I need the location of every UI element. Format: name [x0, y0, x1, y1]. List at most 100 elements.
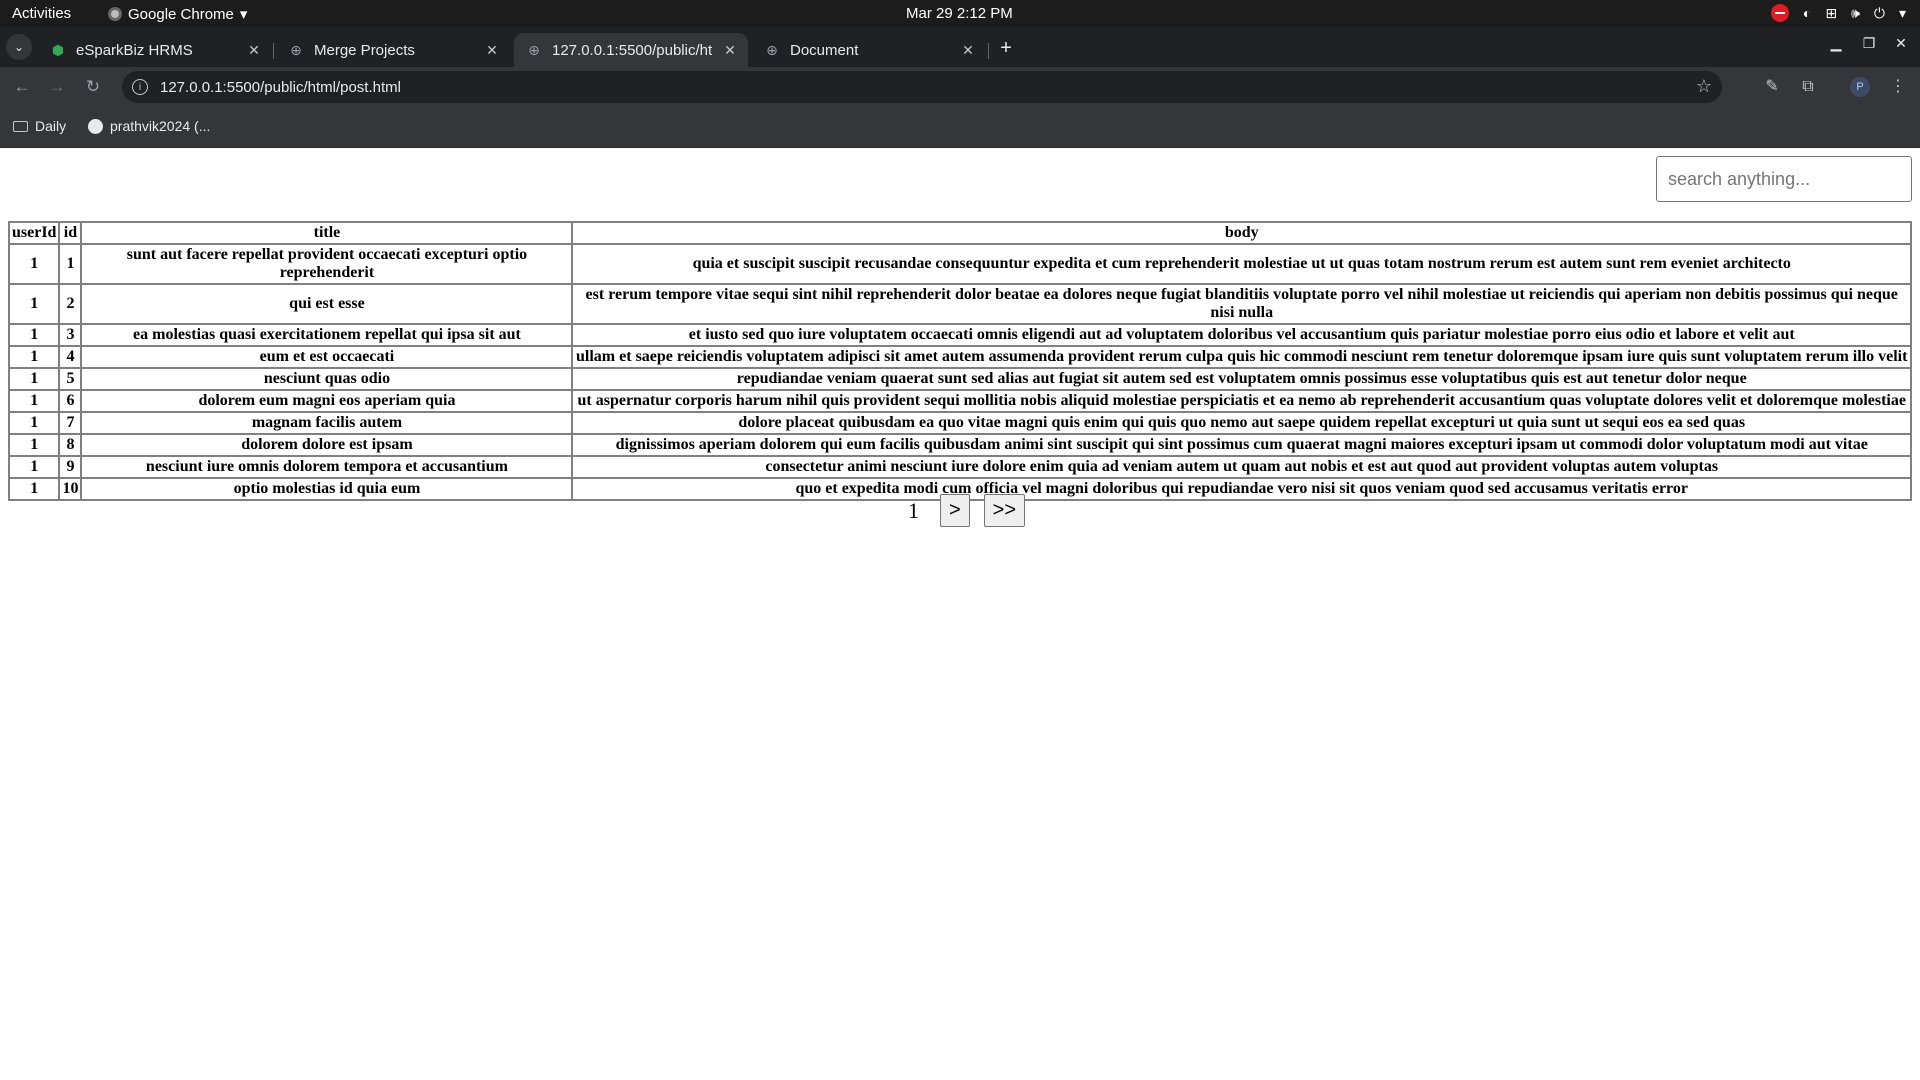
chevron-down-icon: ⌄ [13, 40, 25, 54]
tab-post-html-active[interactable]: ⊕ 127.0.0.1:5500/public/ht ✕ [514, 33, 748, 67]
system-tray[interactable]: ◐ ⊞ 🕪 ⏻ ▾ [1770, 4, 1906, 22]
minimize-icon[interactable]: ▁ [1825, 35, 1847, 52]
last-page-button[interactable]: >> [983, 494, 1026, 527]
restore-icon[interactable]: ❐ [1858, 35, 1880, 52]
tab-title: Merge Projects [314, 41, 415, 59]
clock[interactable]: Mar 29 2:12 PM [906, 5, 1013, 22]
forward-arrow-icon[interactable]: → [45, 75, 69, 99]
cell-userid: 1 [9, 456, 60, 478]
site-info-icon[interactable]: i [132, 79, 148, 95]
cell-userid: 1 [9, 368, 60, 390]
close-window-icon[interactable]: ✕ [1890, 35, 1912, 52]
bookmark-daily[interactable]: Daily [13, 118, 66, 134]
chevron-down-icon[interactable]: ▾ [1899, 5, 1906, 22]
folder-icon [13, 120, 28, 132]
cell-body: quia et suscipit suscipit recusandae con… [572, 244, 1911, 284]
tab-document[interactable]: ⊕ Document ✕ [752, 33, 986, 67]
cell-title: nesciunt iure omnis dolorem tempora et a… [81, 456, 573, 478]
header-body: body [572, 222, 1911, 244]
cell-title: magnam facilis autem [81, 412, 573, 434]
cell-title: ea molestias quasi exercitationem repell… [81, 324, 573, 346]
extensions-puzzle-icon[interactable]: ⧉ [1796, 75, 1820, 99]
bookmark-label: Daily [35, 118, 67, 134]
cell-body: ullam et saepe reiciendis voluptatem adi… [572, 346, 1911, 368]
cell-id: 9 [59, 456, 82, 478]
tab-search-button[interactable]: ⌄ [6, 34, 32, 60]
cell-id: 1 [59, 244, 82, 284]
activities-button[interactable]: Activities [12, 5, 71, 22]
close-icon[interactable]: ✕ [956, 42, 980, 59]
cell-title: nesciunt quas odio [81, 368, 573, 390]
bookmarks-bar: Daily prathvik2024 (... [0, 107, 1920, 148]
do-not-disturb-icon[interactable] [1770, 4, 1789, 22]
cell-id: 7 [59, 412, 82, 434]
tab-divider [273, 43, 274, 59]
network-icon[interactable]: ⊞ [1825, 5, 1837, 22]
bookmark-github[interactable]: prathvik2024 (... [88, 118, 210, 134]
cell-userid: 1 [9, 324, 60, 346]
close-icon[interactable]: ✕ [718, 42, 742, 59]
chrome-icon [108, 7, 122, 21]
cell-userid: 1 [9, 434, 60, 456]
cell-userid: 1 [9, 244, 60, 284]
table-header-row: userId id title body [9, 222, 1911, 244]
table-row: 1 1 sunt aut facere repellat provident o… [9, 244, 1911, 284]
bookmark-star-icon[interactable]: ☆ [1696, 76, 1712, 97]
table-row: 1 5 nesciunt quas odio repudiandae venia… [9, 368, 1911, 390]
reload-icon[interactable]: ↻ [81, 75, 105, 99]
cell-body: est rerum tempore vitae sequi sint nihil… [572, 284, 1911, 324]
eyedropper-extension-icon[interactable]: ✎ [1760, 75, 1784, 99]
power-icon[interactable]: ⏻ [1874, 5, 1885, 22]
tab-title: eSparkBiz HRMS [76, 41, 193, 59]
cell-body: consectetur animi nesciunt iure dolore e… [572, 456, 1911, 478]
esparkbiz-icon: ⬢ [51, 41, 65, 58]
kebab-menu-icon[interactable]: ⋮ [1886, 75, 1910, 99]
header-title: title [81, 222, 573, 244]
bookmark-label: prathvik2024 (... [110, 118, 211, 134]
tab-divider [988, 43, 989, 59]
night-light-icon[interactable]: ◐ [1803, 5, 1811, 21]
tab-strip: ⌄ ⬢ eSparkBiz HRMS ✕ ⊕ Merge Projects ✕ … [0, 27, 1920, 67]
close-icon[interactable]: ✕ [242, 42, 266, 59]
address-bar[interactable]: i ☆ [122, 71, 1722, 103]
system-top-bar: Activities Google Chrome ▾ Mar 29 2:12 P… [0, 0, 1920, 27]
cell-body: repudiandae veniam quaerat sunt sed alia… [572, 368, 1911, 390]
cell-id: 3 [59, 324, 82, 346]
profile-avatar[interactable]: P [1850, 77, 1870, 97]
page-viewport: userId id title body 1 1 sunt aut facere… [0, 148, 1920, 1080]
header-userid: userId [9, 222, 60, 244]
cell-body: ut aspernatur corporis harum nihil quis … [572, 390, 1911, 412]
back-arrow-icon[interactable]: ← [10, 75, 34, 99]
caret-down-icon: ▾ [239, 6, 248, 23]
tab-merge-projects[interactable]: ⊕ Merge Projects ✕ [276, 33, 510, 67]
cell-userid: 1 [9, 346, 60, 368]
cell-id: 4 [59, 346, 82, 368]
table-row: 1 4 eum et est occaecati ullam et saepe … [9, 346, 1911, 368]
cell-userid: 1 [9, 390, 60, 412]
table-row: 1 6 dolorem eum magni eos aperiam quia u… [9, 390, 1911, 412]
tab-title: Document [790, 41, 859, 59]
cell-title: sunt aut facere repellat provident occae… [81, 244, 573, 284]
cell-id: 2 [59, 284, 82, 324]
pagination: 1 > >> [0, 494, 1920, 527]
cell-title: eum et est occaecati [81, 346, 573, 368]
cell-id: 5 [59, 368, 82, 390]
cell-body: dignissimos aperiam dolorem qui eum faci… [572, 434, 1911, 456]
table-row: 1 9 nesciunt iure omnis dolorem tempora … [9, 456, 1911, 478]
cell-id: 8 [59, 434, 82, 456]
cell-userid: 1 [9, 412, 60, 434]
cell-body: et iusto sed quo iure voluptatem occaeca… [572, 324, 1911, 346]
close-icon[interactable]: ✕ [480, 42, 504, 59]
search-input[interactable] [1656, 156, 1912, 202]
next-page-button[interactable]: > [939, 494, 970, 527]
browser-toolbar: ← → ↻ i ☆ ✎ ⧉ P ⋮ [0, 67, 1920, 107]
table-row: 1 7 magnam facilis autem dolore placeat … [9, 412, 1911, 434]
app-menu[interactable]: Google Chrome ▾ [108, 5, 247, 23]
current-page-number: 1 [907, 497, 919, 523]
url-input[interactable] [160, 78, 1560, 96]
new-tab-plus-icon[interactable]: + [994, 37, 1018, 60]
cell-title: dolorem dolore est ipsam [81, 434, 573, 456]
volume-icon[interactable]: 🕪 [1851, 5, 1860, 22]
tab-esparkbiz[interactable]: ⬢ eSparkBiz HRMS ✕ [38, 33, 272, 67]
cell-title: qui est esse [81, 284, 573, 324]
